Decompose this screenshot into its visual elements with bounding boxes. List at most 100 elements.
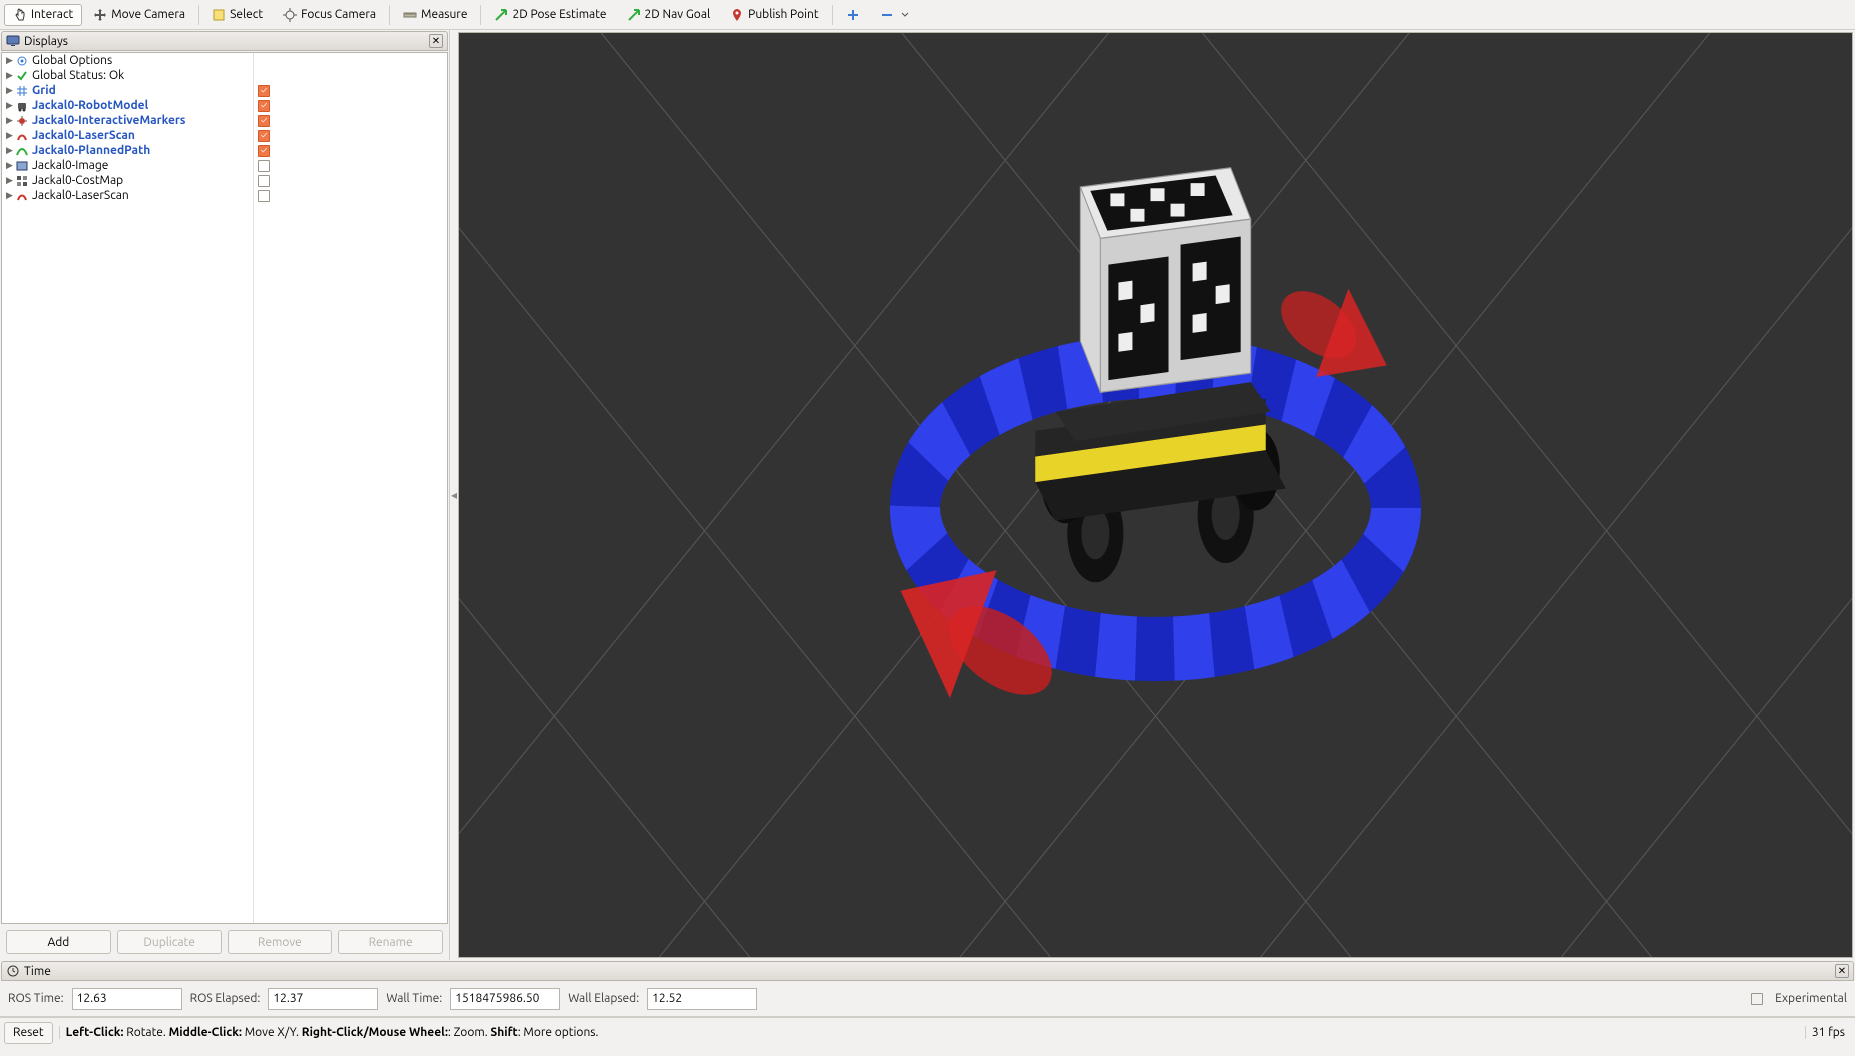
tree-item-label: Jackal0-CostMap (30, 174, 123, 187)
wall-elapsed-input[interactable] (647, 988, 757, 1010)
tree-item-image[interactable]: ▶ Jackal0-Image (2, 158, 253, 173)
tool-minus-dropdown[interactable] (871, 4, 921, 26)
minus-blue-icon (880, 8, 894, 22)
vertical-splitter[interactable]: ◂ (450, 30, 458, 960)
expand-arrow-icon[interactable]: ▶ (6, 100, 14, 111)
ros-time-label: ROS Time: (8, 992, 64, 1005)
checkbox[interactable] (258, 130, 270, 142)
wall-time-input[interactable] (450, 988, 560, 1010)
map-pin-icon (730, 8, 744, 22)
expand-arrow-icon[interactable]: ▶ (6, 55, 14, 66)
experimental-checkbox[interactable] (1751, 993, 1763, 1005)
tree-item-label: Jackal0-LaserScan (30, 129, 135, 142)
tree-item-label: Jackal0-InteractiveMarkers (30, 114, 185, 127)
panel-title: Displays (24, 35, 68, 48)
tree-item-label: Grid (30, 84, 56, 97)
tree-item-global-status[interactable]: ▶ Global Status: Ok (2, 68, 253, 83)
time-panel: ROS Time: ROS Elapsed: Wall Time: Wall E… (0, 981, 1855, 1017)
reset-button[interactable]: Reset (4, 1022, 53, 1044)
arrow-green-icon (494, 8, 508, 22)
tool-interact[interactable]: Interact (4, 4, 82, 26)
tree-item-label: Global Options (30, 54, 112, 67)
ros-time-input[interactable] (72, 988, 182, 1010)
monitor-icon (6, 34, 20, 48)
tool-label: Interact (31, 8, 73, 21)
time-panel-header[interactable]: Time ✕ (1, 961, 1854, 981)
tree-item-grid[interactable]: ▶ Grid (2, 83, 253, 98)
tool-label: Measure (421, 8, 467, 21)
3d-viewport[interactable] (458, 32, 1853, 958)
tool-label: Move Camera (111, 8, 185, 21)
ros-elapsed-label: ROS Elapsed: (190, 992, 261, 1005)
ros-elapsed-input[interactable] (268, 988, 378, 1010)
hand-pointer-icon (13, 8, 27, 22)
expand-arrow-icon[interactable]: ▶ (6, 175, 14, 186)
remove-button[interactable]: Remove (228, 930, 333, 954)
tool-label: Publish Point (748, 8, 818, 21)
tree-item-global-options[interactable]: ▶ Global Options (2, 53, 253, 68)
checkbox[interactable] (258, 160, 270, 172)
wall-time-label: Wall Time: (386, 992, 442, 1005)
tool-2d-nav-goal[interactable]: 2D Nav Goal (618, 4, 720, 26)
panel-title: Time (24, 965, 51, 978)
chevron-down-icon (898, 8, 912, 22)
tree-item-robot-model[interactable]: ▶ Jackal0-RobotModel (2, 98, 253, 113)
grid-icon (14, 85, 30, 97)
duplicate-button[interactable]: Duplicate (117, 930, 222, 954)
separator (832, 5, 833, 25)
tool-focus-camera[interactable]: Focus Camera (274, 4, 385, 26)
path-green-icon (14, 145, 30, 157)
expand-arrow-icon[interactable]: ▶ (6, 160, 14, 171)
expand-arrow-icon[interactable]: ▶ (6, 70, 14, 81)
tool-label: Select (230, 8, 263, 21)
robot-icon (14, 100, 30, 112)
tool-2d-pose-estimate[interactable]: 2D Pose Estimate (485, 4, 615, 26)
laser-icon (14, 130, 30, 142)
experimental-label: Experimental (1775, 992, 1847, 1005)
close-icon[interactable]: ✕ (1835, 964, 1849, 978)
tree-item-label: Jackal0-PlannedPath (30, 144, 150, 157)
expand-arrow-icon[interactable]: ▶ (6, 85, 14, 96)
fps-counter: 31 fps (1805, 1026, 1851, 1039)
checkbox[interactable] (258, 100, 270, 112)
checkbox[interactable] (258, 175, 270, 187)
tool-plus[interactable] (837, 4, 869, 26)
tool-measure[interactable]: Measure (394, 4, 476, 26)
main-area: Displays ✕ ▶ Global Options ▶ Global Sta… (0, 30, 1855, 960)
tool-select[interactable]: Select (203, 4, 272, 26)
wall-elapsed-label: Wall Elapsed: (568, 992, 639, 1005)
tool-publish-point[interactable]: Publish Point (721, 4, 827, 26)
ruler-icon (403, 8, 417, 22)
tree-item-planned-path[interactable]: ▶ Jackal0-PlannedPath (2, 143, 253, 158)
arrow-green-icon (627, 8, 641, 22)
tree-item-laser-scan[interactable]: ▶ Jackal0-LaserScan (2, 128, 253, 143)
marker-icon (14, 115, 30, 127)
tool-label: 2D Pose Estimate (512, 8, 606, 21)
3d-scene (459, 33, 1852, 957)
tree-item-costmap[interactable]: ▶ Jackal0-CostMap (2, 173, 253, 188)
separator (198, 5, 199, 25)
select-rect-icon (212, 8, 226, 22)
tree-item-laser-scan-2[interactable]: ▶ Jackal0-LaserScan (2, 188, 253, 203)
expand-arrow-icon[interactable]: ▶ (6, 145, 14, 156)
check-ok-icon (14, 70, 30, 82)
checkbox[interactable] (258, 115, 270, 127)
add-button[interactable]: Add (6, 930, 111, 954)
checkbox[interactable] (258, 190, 270, 202)
clock-icon (6, 964, 20, 978)
displays-tree[interactable]: ▶ Global Options ▶ Global Status: Ok ▶ G… (1, 52, 448, 924)
expand-arrow-icon[interactable]: ▶ (6, 130, 14, 141)
checkbox[interactable] (258, 85, 270, 97)
tree-item-label: Jackal0-LaserScan (30, 189, 129, 202)
checkbox[interactable] (258, 145, 270, 157)
close-icon[interactable]: ✕ (429, 34, 443, 48)
expand-arrow-icon[interactable]: ▶ (6, 115, 14, 126)
tool-move-camera[interactable]: Move Camera (84, 4, 194, 26)
tree-values-column (254, 53, 447, 923)
rename-button[interactable]: Rename (338, 930, 443, 954)
expand-arrow-icon[interactable]: ▶ (6, 190, 14, 201)
displays-panel-header[interactable]: Displays ✕ (1, 31, 448, 51)
tool-label: Focus Camera (301, 8, 376, 21)
tree-item-interactive-markers[interactable]: ▶ Jackal0-InteractiveMarkers (2, 113, 253, 128)
arrows-move-icon (93, 8, 107, 22)
